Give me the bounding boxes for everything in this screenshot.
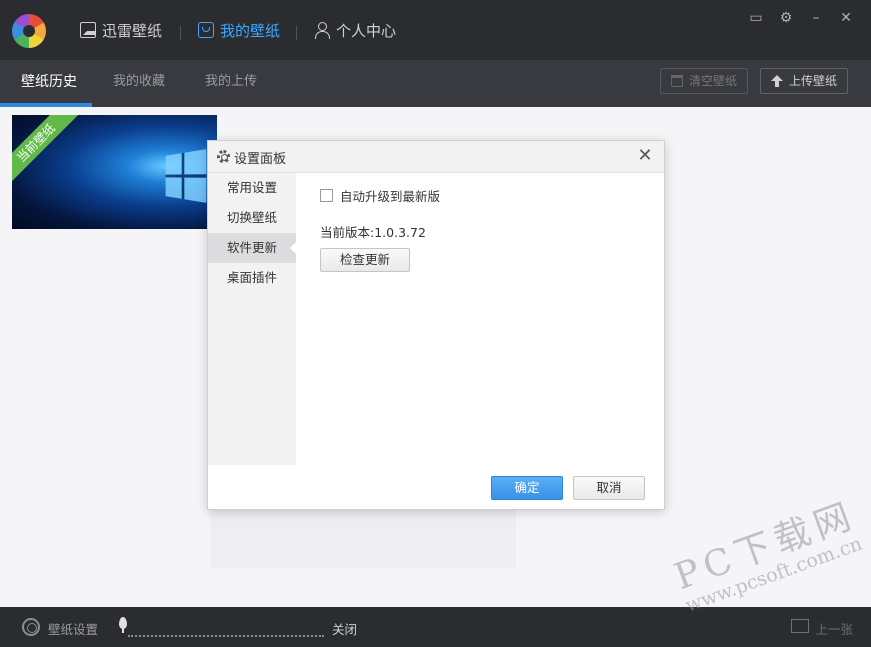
tab-my-favorites[interactable]: 我的收藏 (113, 60, 165, 107)
sidebar-item-switch-wallpaper[interactable]: 切换壁纸 (208, 203, 296, 233)
auto-upgrade-label: 自动升级到最新版 (340, 189, 441, 204)
my-wallpaper-icon (198, 22, 214, 38)
previous-wallpaper-label[interactable]: 上一张 (815, 619, 853, 638)
interval-slider-track[interactable] (128, 635, 324, 637)
dialog-header: 设置面板 ✕ (208, 141, 664, 173)
title-bar: 迅雷壁纸 我的壁纸 个人中心 ▭ ⚙ – ✕ (0, 0, 871, 60)
clear-wallpaper-label: 清空壁纸 (689, 74, 738, 88)
settings-dialog: 设置面板 ✕ 常用设置 切换壁纸 软件更新 桌面插件 自动升级到最新版 当前版本… (207, 140, 665, 510)
wallpaper-thumbnail[interactable]: 当前壁纸 (12, 115, 217, 229)
bottom-bar: 壁纸设置 关闭 上一张 (0, 607, 871, 647)
trash-icon (671, 75, 683, 87)
tab-wallpaper-history[interactable]: 壁纸历史 (21, 60, 77, 107)
close-icon[interactable]: ✕ (831, 10, 861, 26)
nav-divider (180, 26, 181, 40)
tab-my-uploads[interactable]: 我的上传 (205, 60, 257, 107)
nav-label: 个人中心 (336, 21, 397, 40)
slider-pin-icon[interactable] (119, 617, 127, 633)
feedback-icon[interactable]: ▭ (741, 10, 771, 26)
auto-upgrade-option[interactable]: 自动升级到最新版 (320, 186, 440, 205)
nav-label: 我的壁纸 (220, 21, 281, 40)
cancel-button[interactable]: 取消 (573, 476, 645, 500)
sidebar-item-desktop-plugins[interactable]: 桌面插件 (208, 263, 296, 293)
background-panel (210, 510, 516, 568)
upload-wallpaper-label: 上传壁纸 (789, 74, 838, 88)
check-update-button[interactable]: 检查更新 (320, 248, 410, 272)
nav-personal-center[interactable]: 个人中心 (314, 0, 396, 60)
nav-my-wallpaper[interactable]: 我的壁纸 (198, 0, 280, 60)
current-wallpaper-badge: 当前壁纸 (12, 115, 79, 186)
user-icon (314, 22, 330, 39)
upload-wallpaper-button[interactable]: 上传壁纸 (760, 68, 849, 94)
nav-label: 迅雷壁纸 (102, 21, 163, 40)
current-version-text: 当前版本:1.0.3.72 (320, 225, 426, 240)
sidebar-item-software-update[interactable]: 软件更新 (208, 233, 296, 263)
minimize-icon[interactable]: – (801, 10, 831, 26)
dialog-title: 设置面板 (234, 152, 287, 167)
auto-upgrade-checkbox[interactable] (320, 189, 333, 202)
app-logo (12, 14, 46, 48)
sub-tab-bar: 壁纸历史 我的收藏 我的上传 清空壁纸 上传壁纸 (0, 60, 871, 107)
image-icon (80, 22, 96, 38)
window-controls: ▭ ⚙ – ✕ (741, 10, 861, 26)
upload-arrow-icon (771, 75, 783, 87)
gear-icon (217, 150, 230, 163)
wallpaper-settings-label[interactable]: 壁纸设置 (48, 619, 98, 638)
dialog-close-icon[interactable]: ✕ (634, 144, 656, 168)
windows-logo-image (165, 149, 207, 203)
sidebar-item-general[interactable]: 常用设置 (208, 173, 296, 203)
ok-button[interactable]: 确定 (491, 476, 563, 500)
settings-sidebar: 常用设置 切换壁纸 软件更新 桌面插件 (208, 173, 296, 465)
settings-gear-icon[interactable]: ⚙ (771, 10, 801, 26)
nav-divider (296, 26, 297, 40)
nav-xunlei-wallpaper[interactable]: 迅雷壁纸 (80, 0, 162, 60)
previous-wallpaper-icon[interactable] (791, 619, 809, 633)
clear-wallpaper-button[interactable]: 清空壁纸 (660, 68, 749, 94)
wallpaper-settings-icon[interactable] (22, 618, 40, 636)
interval-value-label: 关闭 (332, 622, 358, 637)
